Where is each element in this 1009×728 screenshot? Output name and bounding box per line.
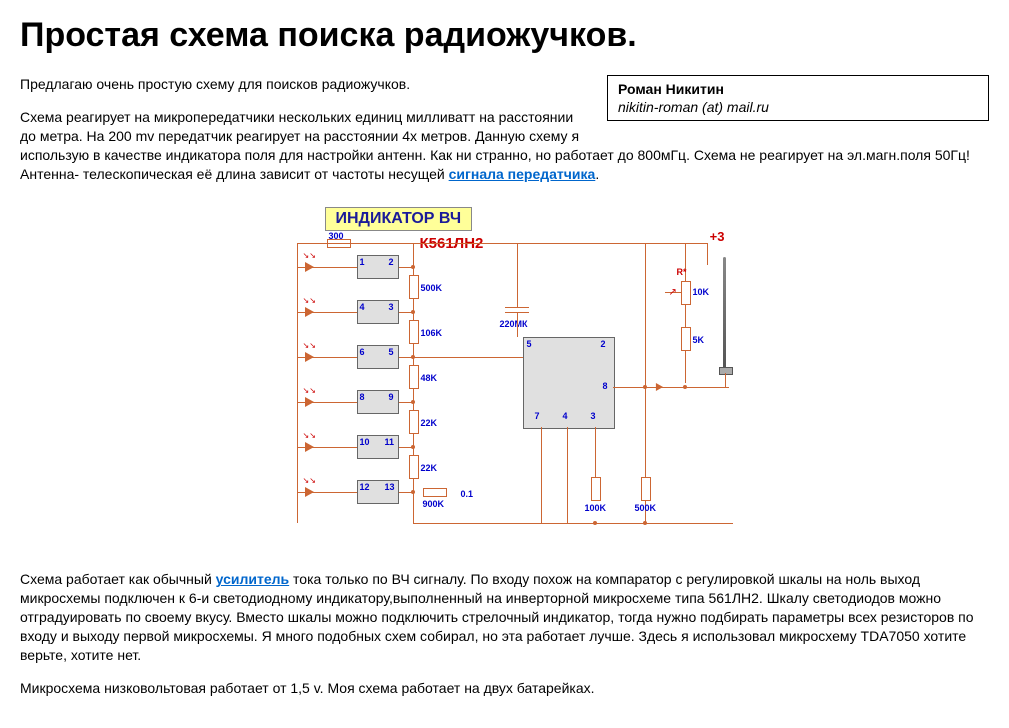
pin-label: 9 — [389, 392, 394, 402]
wire — [595, 427, 596, 477]
pin-label: 6 — [360, 347, 365, 357]
resistor-value: 500K — [635, 503, 657, 513]
pin-label: 4 — [563, 411, 568, 421]
led-arrows-icon: ↘↘ — [303, 431, 316, 440]
trimmer-value: 10K — [693, 287, 710, 297]
description-text-b: . — [595, 166, 599, 182]
node-icon — [411, 400, 415, 404]
node-icon — [411, 490, 415, 494]
schematic-title: ИНДИКАТОР ВЧ — [325, 207, 473, 231]
trimmer-arrow-icon: ↗ — [669, 287, 677, 298]
capacitor-icon — [505, 307, 527, 314]
operation-paragraph: Схема работает как обычный усилитель ток… — [20, 570, 989, 664]
author-name: Роман Никитин — [618, 80, 978, 98]
pin-label: 8 — [603, 381, 608, 391]
node-icon — [411, 445, 415, 449]
wire — [567, 427, 568, 523]
author-box: Роман Никитин nikitin-roman (at) mail.ru — [607, 75, 989, 121]
pin-label: 1 — [360, 257, 365, 267]
wire — [297, 447, 357, 448]
wire — [297, 492, 357, 493]
pin-label: 10 — [360, 437, 370, 447]
resistor-value: 22K — [421, 418, 438, 428]
wire — [517, 313, 518, 337]
wire — [541, 427, 542, 523]
resistor-value: 500K — [421, 283, 443, 293]
resistor-value: 900K — [423, 499, 445, 509]
led-arrows-icon: ↘↘ — [303, 476, 316, 485]
pin-label: 3 — [389, 302, 394, 312]
voltage-paragraph: Микросхема низковольтовая работает от 1,… — [20, 679, 989, 698]
resistor — [409, 455, 419, 479]
antenna-icon — [723, 257, 726, 367]
resistor-value: 22K — [421, 463, 438, 473]
wire — [707, 243, 708, 265]
wire — [685, 243, 686, 383]
resistor-top-value: 300 — [329, 231, 344, 241]
pin-label: 12 — [360, 482, 370, 492]
node-icon — [411, 310, 415, 314]
wire — [297, 312, 357, 313]
pin-label: 4 — [360, 302, 365, 312]
resistor — [409, 275, 419, 299]
pin-label: 11 — [385, 437, 395, 447]
operation-text-a: Схема работает как обычный — [20, 571, 216, 587]
resistor — [409, 365, 419, 389]
node-icon — [593, 521, 597, 525]
pin-label: 7 — [535, 411, 540, 421]
node-icon — [411, 355, 415, 359]
node-icon — [683, 385, 687, 389]
resistor-value: 48K — [421, 373, 438, 383]
wire — [413, 523, 733, 524]
cap-value: 0.1 — [461, 489, 474, 499]
wire — [613, 387, 729, 388]
power-label: +3 — [710, 229, 725, 244]
schematic-container: ИНДИКАТОР ВЧ К561ЛН2 +3 300 ↘↘ 1 2 500K … — [20, 207, 989, 550]
node-icon — [411, 265, 415, 269]
resistor — [641, 477, 651, 501]
resistor-value: 100K — [585, 503, 607, 513]
node-icon — [643, 385, 647, 389]
wire — [297, 402, 357, 403]
resistor-value: 5K — [693, 335, 705, 345]
pin-label: 5 — [527, 339, 532, 349]
diode-icon — [655, 383, 662, 391]
wire — [413, 357, 523, 358]
capacitor-value: 220МК — [500, 319, 528, 329]
pin-label: 13 — [385, 482, 395, 492]
trimmer-resistor — [681, 281, 691, 305]
led-arrows-icon: ↘↘ — [303, 341, 316, 350]
resistor — [423, 488, 447, 497]
wire — [517, 243, 518, 307]
resistor — [409, 410, 419, 434]
wire — [297, 267, 357, 268]
wire — [297, 243, 298, 523]
schematic-diagram: ИНДИКАТОР ВЧ К561ЛН2 +3 300 ↘↘ 1 2 500K … — [245, 207, 765, 547]
pin-label: 2 — [601, 339, 606, 349]
author-contact: nikitin-roman (at) mail.ru — [618, 98, 978, 116]
trimmer-label: R* — [677, 267, 687, 277]
led-arrows-icon: ↘↘ — [303, 296, 316, 305]
resistor — [409, 320, 419, 344]
node-icon — [643, 521, 647, 525]
antenna-base-icon — [719, 367, 733, 375]
pin-label: 5 — [389, 347, 394, 357]
wire — [725, 373, 726, 387]
pin-label: 2 — [389, 257, 394, 267]
led-arrows-icon: ↘↘ — [303, 386, 316, 395]
transmitter-signal-link[interactable]: сигнала передатчика — [449, 166, 596, 182]
resistor-value: 106K — [421, 328, 443, 338]
page-title: Простая схема поиска радиожучков. — [20, 16, 989, 55]
led-arrows-icon: ↘↘ — [303, 251, 316, 260]
wire — [297, 357, 357, 358]
pin-label: 8 — [360, 392, 365, 402]
resistor — [591, 477, 601, 501]
amplifier-link[interactable]: усилитель — [216, 571, 289, 587]
resistor — [681, 327, 691, 351]
pin-label: 3 — [591, 411, 596, 421]
